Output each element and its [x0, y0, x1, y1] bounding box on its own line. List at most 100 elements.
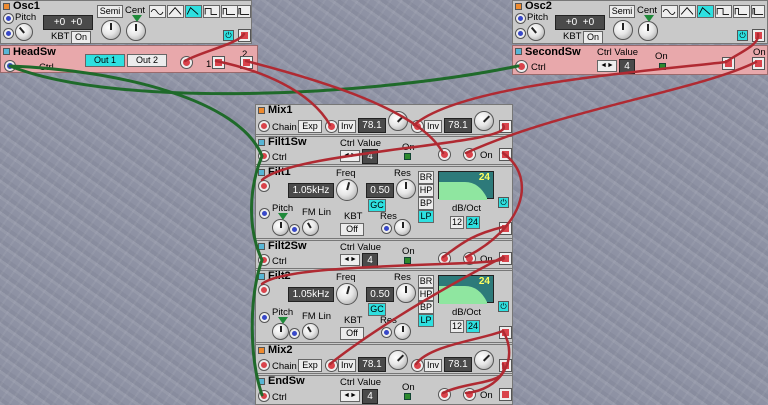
osc2-wave-narrow-pulse[interactable] [751, 5, 765, 18]
filt2-mode-bp[interactable]: BP [418, 301, 434, 314]
filt2-fm-input[interactable] [290, 329, 299, 338]
filt1-res-knob[interactable] [396, 179, 416, 199]
secondsw-out1-jack[interactable] [723, 58, 734, 69]
secondsw-ctrl-input[interactable] [516, 61, 527, 72]
cable-green-headsw-filt1sw[interactable] [8, 64, 264, 158]
filt2-pitch-input[interactable] [260, 313, 269, 322]
filt1sw-in1-jack[interactable] [439, 149, 450, 160]
mix2-output[interactable] [500, 360, 511, 371]
osc1-semi-button[interactable]: Semi [97, 5, 123, 18]
filt1-res-mod-knob[interactable] [394, 219, 411, 236]
osc1-wave-saw[interactable] [185, 5, 202, 18]
mix2-exp-button[interactable]: Exp [298, 359, 322, 372]
mix1-inv1-button[interactable]: Inv [338, 120, 356, 133]
osc2-wave-pulse[interactable] [733, 5, 750, 18]
osc2-wave-triangle[interactable] [679, 5, 696, 18]
filt1-res-input[interactable] [382, 224, 391, 233]
filt1-fmlin-knob[interactable] [302, 219, 319, 236]
filt1-pitch-input[interactable] [260, 209, 269, 218]
osc1-wave-triangle[interactable] [167, 5, 184, 18]
filt2-freq-knob[interactable] [336, 283, 358, 305]
endsw-ctrl-input[interactable] [259, 391, 269, 401]
mix2-collapse-icon[interactable] [258, 347, 265, 354]
osc2-output[interactable] [753, 30, 764, 41]
secondsw-collapse-icon[interactable] [515, 48, 522, 55]
osc2-pitch-input[interactable] [516, 14, 525, 23]
filt2-slope-12[interactable]: 12 [450, 320, 464, 333]
osc1-output[interactable] [239, 30, 250, 41]
osc1-pitch-mod-input[interactable] [4, 29, 13, 38]
filt1sw-ctrl-input[interactable] [259, 151, 269, 161]
filt2-pitch-knob[interactable] [272, 323, 289, 340]
filt1-output[interactable] [500, 223, 511, 234]
headsw-out2-jack[interactable] [241, 57, 252, 68]
mix2-inv1-button[interactable]: Inv [338, 359, 356, 372]
headsw-out1-button[interactable]: Out 1 [85, 54, 125, 67]
filt2-mode-br[interactable]: BR [418, 275, 434, 288]
mix2-in1-jack[interactable] [326, 360, 337, 371]
filt2-power-icon[interactable]: ⏻ [498, 301, 509, 312]
osc1-pitch-input[interactable] [4, 14, 13, 23]
osc1-kbt-button[interactable]: On [71, 31, 91, 44]
filt1-mode-hp[interactable]: HP [418, 184, 434, 197]
filt2sw-value-stepper[interactable]: ◄► [340, 254, 360, 266]
endsw-output[interactable] [500, 389, 511, 400]
osc2-wave-saw[interactable] [697, 5, 714, 18]
filt2sw-in2-jack[interactable] [464, 253, 475, 264]
headsw-collapse-icon[interactable] [3, 48, 10, 55]
filt1sw-output[interactable] [500, 149, 511, 160]
filt1-slope-24[interactable]: 24 [466, 216, 480, 229]
filt2-slope-24[interactable]: 24 [466, 320, 480, 333]
mix1-inv2-button[interactable]: Inv [424, 120, 442, 133]
osc2-kbt-button[interactable]: On [583, 31, 603, 44]
mix1-chain-input[interactable] [259, 121, 269, 131]
filt1-kbt-button[interactable]: Off [340, 223, 364, 236]
osc2-cent-knob[interactable] [638, 21, 658, 41]
filt1-mode-bp[interactable]: BP [418, 197, 434, 210]
mix1-output[interactable] [500, 121, 511, 132]
osc1-wave-square[interactable] [203, 5, 220, 18]
mix1-in1-jack[interactable] [326, 121, 337, 132]
mix2-level1-knob[interactable] [388, 350, 408, 370]
filt2-res-mod-knob[interactable] [394, 323, 411, 340]
filt2-audio-input[interactable] [259, 285, 269, 295]
secondsw-out2-jack[interactable] [753, 58, 764, 69]
filt1-audio-input[interactable] [259, 181, 269, 191]
osc2-pitch-mod-input[interactable] [516, 29, 525, 38]
endsw-in1-jack[interactable] [439, 389, 450, 400]
mix1-in2-jack[interactable] [412, 121, 423, 132]
filt2-kbt-button[interactable]: Off [340, 327, 364, 340]
osc1-collapse-icon[interactable] [3, 3, 10, 10]
filt1-pitch-knob[interactable] [272, 219, 289, 236]
osc2-semi-button[interactable]: Semi [609, 5, 635, 18]
mix1-level2-knob[interactable] [474, 111, 494, 131]
endsw-value-stepper[interactable]: ◄► [340, 390, 360, 402]
filt1-freq-knob[interactable] [336, 179, 358, 201]
osc1-wave-pulse[interactable] [221, 5, 238, 18]
filt2-mode-hp[interactable]: HP [418, 288, 434, 301]
mix2-inv2-button[interactable]: Inv [424, 359, 442, 372]
mix2-level2-knob[interactable] [474, 350, 494, 370]
osc1-pitch-knob[interactable] [15, 23, 33, 41]
osc2-wave-square[interactable] [715, 5, 732, 18]
osc1-wave-narrow-pulse[interactable] [237, 5, 251, 18]
osc1-power-icon[interactable]: ⏻ [223, 30, 234, 41]
secondsw-value-stepper[interactable]: ◄► [597, 60, 617, 72]
mix1-level1-knob[interactable] [388, 111, 408, 131]
endsw-in2-jack[interactable] [464, 389, 475, 400]
filt1-fm-input[interactable] [290, 225, 299, 234]
filt2-fmlin-knob[interactable] [302, 323, 319, 340]
filt1sw-value-stepper[interactable]: ◄► [340, 150, 360, 162]
filt2-mode-lp[interactable]: LP [418, 314, 434, 327]
mix2-chain-input[interactable] [259, 360, 269, 370]
osc1-semi-knob[interactable] [101, 20, 121, 40]
mix1-collapse-icon[interactable] [258, 107, 265, 114]
filt2sw-ctrl-input[interactable] [259, 255, 269, 265]
headsw-out1-jack[interactable] [213, 57, 224, 68]
filt2sw-in1-jack[interactable] [439, 253, 450, 264]
osc2-semi-knob[interactable] [613, 20, 633, 40]
filt2-res-knob[interactable] [396, 283, 416, 303]
osc2-collapse-icon[interactable] [515, 3, 522, 10]
osc2-wave-sine[interactable] [661, 5, 678, 18]
endsw-collapse-icon[interactable] [258, 378, 265, 385]
